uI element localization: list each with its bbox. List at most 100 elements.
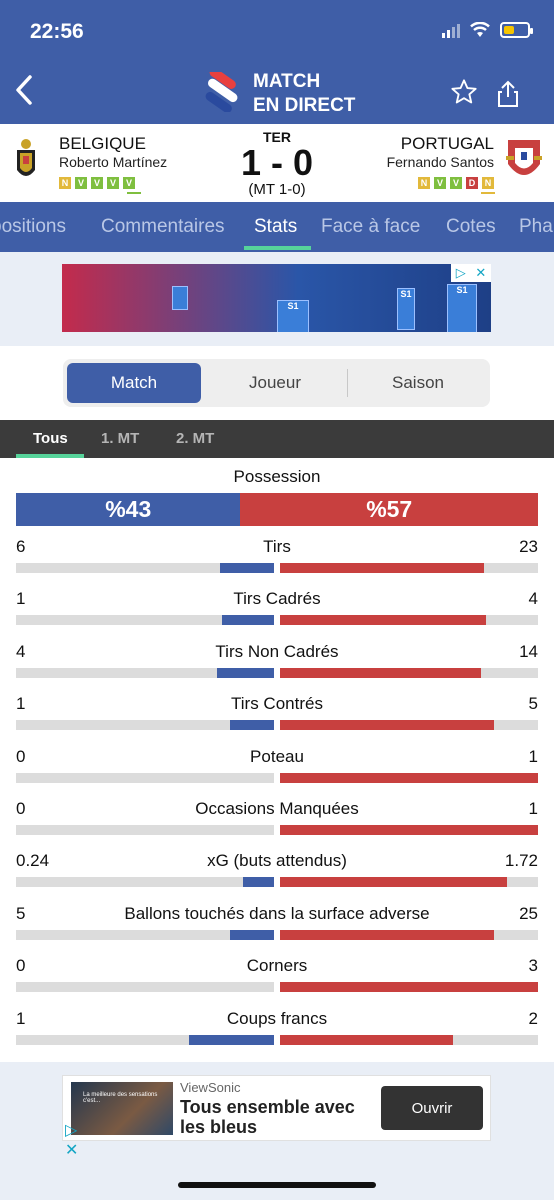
stat-home-bar [243, 877, 274, 888]
battery-icon [500, 22, 533, 38]
tab-compositions[interactable]: positions [0, 216, 66, 238]
stat-away-bar [280, 982, 538, 993]
stat-row: 1 Tirs Contrés 5 [0, 694, 554, 746]
stat-row: 6 Tirs 23 [0, 537, 554, 589]
stat-away-bar [280, 563, 484, 573]
away-form: NVVDN [418, 177, 494, 189]
stat-away-track [280, 720, 538, 731]
stat-away-track [280, 929, 538, 940]
ad-image-caption: La meilleure des sensations c'est... [83, 1092, 158, 1104]
stat-away-value: 5 [528, 694, 538, 714]
possession-home: %43 [16, 493, 241, 526]
stat-home-track [16, 1034, 274, 1045]
stats-scope-selector: Match Joueur Saison [63, 359, 490, 407]
stat-away-track [280, 615, 538, 626]
stat-row: 0 Poteau 1 [0, 747, 554, 799]
stat-away-bar [280, 720, 495, 731]
stat-home-track [16, 615, 274, 626]
possession-bar: %43 %57 [16, 493, 538, 526]
stat-label: xG (buts attendus) [207, 851, 347, 871]
portugal-crest-icon [506, 140, 542, 175]
bottom-ad[interactable]: La meilleure des sensations c'est... ▷ ✕ … [62, 1075, 491, 1159]
stat-label: Tirs Non Cadrés [215, 641, 339, 661]
away-form-badge: D [466, 177, 478, 189]
segment-divider [347, 369, 348, 397]
ad-card [172, 286, 188, 310]
status-icons [442, 22, 533, 38]
home-indicator [178, 1182, 376, 1188]
ad-choices-icon[interactable]: ▷ ✕ [451, 264, 491, 282]
app-title: MATCH EN DIRECT [253, 70, 355, 118]
stat-away-bar [280, 1034, 453, 1045]
period-2mt[interactable]: 2. MT [176, 430, 214, 447]
stat-home-track [16, 982, 274, 993]
stat-away-bar [280, 877, 508, 888]
tab-commentaires[interactable]: Commentaires [101, 216, 225, 238]
ad-open-button[interactable]: Ouvrir [381, 1086, 483, 1130]
tab-face-a-face[interactable]: Face à face [321, 216, 420, 238]
tab-phases[interactable]: Pha [519, 216, 553, 238]
ad-close-icon[interactable]: ▷ ✕ [65, 1120, 78, 1160]
tab-cotes[interactable]: Cotes [446, 216, 496, 238]
stat-home-bar [219, 563, 274, 573]
back-icon[interactable] [14, 74, 34, 112]
stat-away-value: 1 [528, 746, 538, 766]
stat-away-bar [280, 667, 482, 678]
stat-away-value: 25 [519, 903, 538, 923]
stat-label: Tirs Contrés [231, 694, 323, 714]
away-coach: Fernando Santos [386, 154, 494, 170]
favorite-star-icon[interactable] [450, 78, 478, 112]
away-form-badge: V [450, 177, 462, 189]
stat-row: 1 Coups francs 2 [0, 1009, 554, 1061]
stat-away-value: 23 [519, 537, 538, 556]
stat-away-track [280, 667, 538, 678]
active-period-indicator [16, 454, 84, 458]
app-header: 22:56 MATCH EN DIRECT [0, 0, 554, 124]
stat-home-bar [230, 720, 274, 731]
stat-home-bar [188, 1034, 274, 1045]
share-icon[interactable] [497, 80, 518, 107]
stat-away-bar [280, 929, 495, 940]
app-title-line2: EN DIRECT [253, 95, 356, 116]
active-tab-indicator [244, 246, 311, 250]
tab-stats[interactable]: Stats [254, 216, 297, 238]
stat-away-track [280, 1034, 538, 1045]
stat-away-track [280, 982, 538, 993]
away-form-badge: N [482, 177, 494, 189]
stat-home-bar [222, 615, 274, 626]
period-tous[interactable]: Tous [33, 430, 68, 447]
stat-home-track [16, 772, 274, 783]
status-time: 22:56 [30, 20, 84, 43]
stat-away-track [280, 563, 538, 573]
scope-joueur-button[interactable]: Joueur [206, 363, 344, 403]
stat-away-bar [280, 615, 487, 626]
ad-card: S1 [397, 288, 415, 330]
stat-home-bar [217, 667, 274, 678]
section-tabs: positions Commentaires Stats Face à face… [0, 202, 554, 252]
scope-match-button[interactable]: Match [67, 363, 201, 403]
stat-home-track [16, 877, 274, 888]
stat-home-track [16, 667, 274, 678]
period-1mt[interactable]: 1. MT [101, 430, 139, 447]
away-team-name[interactable]: PORTUGAL [401, 134, 494, 154]
stat-label: Corners [246, 956, 308, 976]
away-form-latest-underline [481, 192, 495, 194]
app-title-line1: MATCH [253, 71, 321, 92]
stat-away-value: 1.72 [504, 851, 538, 871]
away-form-badge: N [418, 177, 430, 189]
stat-label: Ballons touchés dans la surface adverse [124, 903, 430, 923]
ad-headline: Tous ensemble avec les bleus [180, 1097, 355, 1137]
ad-card: S1 [447, 284, 477, 332]
possession-label: Possession [233, 467, 321, 486]
wifi-icon [470, 22, 490, 37]
scope-saison-button[interactable]: Saison [350, 363, 486, 403]
stat-away-bar [280, 772, 538, 783]
stat-label: Poteau [250, 746, 304, 766]
stat-home-track [16, 825, 274, 835]
stat-away-track [280, 825, 538, 835]
stat-row: 5 Ballons touchés dans la surface adverse… [0, 904, 554, 956]
stat-away-value: 1 [528, 799, 538, 818]
stat-row: 0 Corners 3 [0, 956, 554, 1008]
top-ad-banner[interactable]: S1 S1 S1 ▷ ✕ [62, 264, 491, 332]
app-logo-icon [205, 72, 238, 112]
